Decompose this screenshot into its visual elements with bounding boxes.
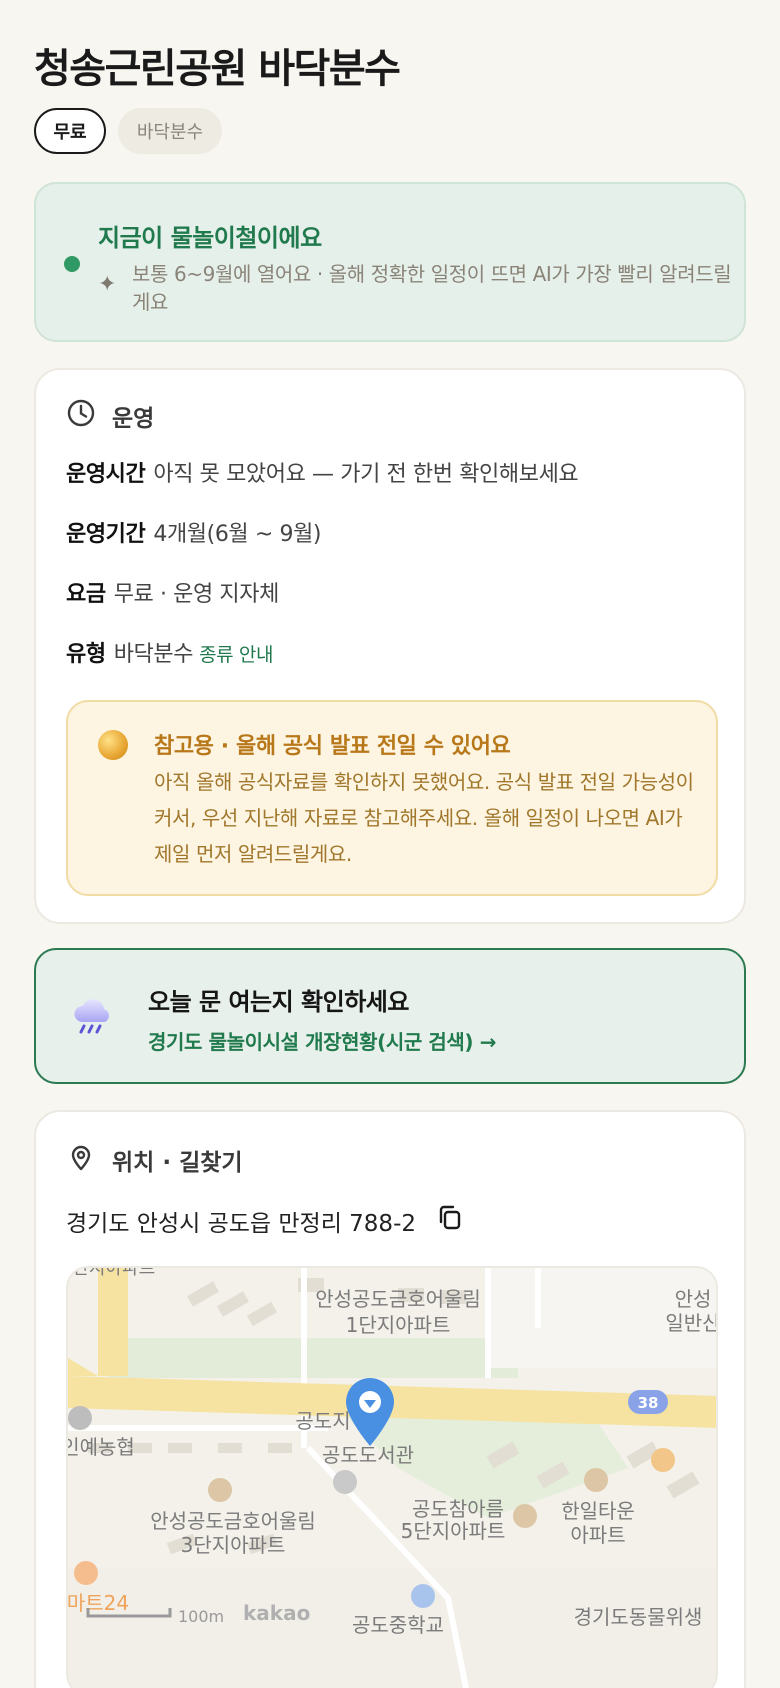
hours-row: 운영시간 아직 못 모았어요 — 가기 전 한번 확인해보세요 — [66, 456, 579, 488]
map-label-hanilb: 아파트 — [570, 1523, 625, 1547]
operation-card: 운영 운영시간 아직 못 모았어요 — 가기 전 한번 확인해보세요 운영기간 4개… — [34, 368, 746, 924]
season-banner: 지금이 물놀이철이에요 ✦ 보통 6~9월에 열어요 · 올해 정확한 일정이 … — [34, 182, 746, 342]
map-label-school: 공도중학교 — [352, 1613, 444, 1637]
address-text: 경기도 안성시 공도읍 만정리 788-2 — [66, 1211, 416, 1237]
map-road-number: 38 — [638, 1394, 659, 1412]
hours-label: 운영시간 — [66, 462, 146, 487]
fee-value: 무료 · 운영 지자체 — [113, 582, 280, 607]
page-title: 청송근린공원 바닥분수 — [34, 46, 401, 92]
location-card: 위치 · 길찾기 경기도 안성시 공도읍 만정리 788-2 38 2단지아파트… — [34, 1110, 746, 1688]
fee-row: 요금 무료 · 운영 지자체 — [66, 576, 279, 608]
location-header: 위치 · 길찾기 — [66, 1142, 243, 1178]
season-note: 보통 6~9월에 열어요 · 올해 정확한 일정이 뜨면 AI가 가장 빨리 알… — [132, 262, 732, 314]
operation-header: 운영 — [66, 398, 154, 434]
location-title: 위치 · 길찾기 — [112, 1150, 243, 1176]
period-row: 운영기간 4개월(6월 ~ 9월) — [66, 516, 322, 548]
copy-icon[interactable] — [436, 1204, 464, 1238]
operation-title: 운영 — [112, 406, 155, 432]
type-row: 유형 바닥분수 종류 안내 — [66, 636, 273, 668]
address-row: 경기도 안성시 공도읍 만정리 788-2 — [66, 1204, 464, 1238]
map-label-hospital: 경기도동물위생 — [574, 1605, 703, 1629]
map-label-ansung1: 안성 — [675, 1287, 712, 1311]
type-guide-link[interactable]: 종류 안내 — [199, 644, 273, 666]
warning-body: 아직 올해 공식자료를 확인하지 못했어요. 공식 발표 전일 가능성이 커서,… — [154, 770, 694, 866]
period-label: 운영기간 — [66, 522, 146, 547]
open-status-link[interactable]: 경기도 물놀이시설 개장현황(시군 검색) → — [148, 1026, 496, 1055]
fee-chip: 무료 — [34, 108, 106, 154]
map-label-ansung2: 일반산 — [665, 1311, 718, 1335]
map-label-nonghyup: 인예농협 — [68, 1435, 135, 1459]
map-label-apt1b: 1단지아파트 — [346, 1313, 451, 1337]
type-label: 유형 — [66, 642, 106, 667]
warning-box: 참고용 · 올해 공식 발표 전일 수 있어요 아직 올해 공식자료를 확인하지… — [66, 700, 718, 896]
season-headline: 지금이 물놀이철이에요 — [98, 224, 322, 252]
sparkle-icon: ✦ — [98, 272, 117, 297]
fee-label: 요금 — [66, 582, 106, 607]
map-brand-label: kakao — [243, 1601, 310, 1625]
map-label-library: 공도도서관 — [322, 1443, 414, 1467]
warning-title: 참고용 · 올해 공식 발표 전일 수 있어요 — [154, 734, 511, 759]
status-dot — [64, 256, 80, 272]
map-label-apt3: 안성공도금호어울림 — [150, 1509, 316, 1533]
rain-cloud-icon — [72, 996, 116, 1040]
map-label-mart: 마트24 — [68, 1591, 129, 1615]
type-chip: 바닥분수 — [118, 108, 222, 154]
today-check-card[interactable]: 오늘 문 여는지 확인하세요 경기도 물놀이시설 개장현황(시군 검색) → — [34, 948, 746, 1084]
map-label-apt5b: 5단지아파트 — [401, 1519, 506, 1543]
hours-value: 아직 못 모았어요 — 가기 전 한번 확인해보세요 — [153, 462, 579, 487]
map-scale-label: 100m — [178, 1607, 224, 1626]
clock-icon — [66, 398, 96, 434]
map-label-hanil: 한일타운 — [561, 1499, 635, 1523]
map-label-apt3b: 3단지아파트 — [181, 1533, 286, 1557]
type-value: 바닥분수 — [113, 642, 194, 667]
map-label-apt5: 공도참아름 — [412, 1497, 504, 1521]
map-label-apt1: 안성공도금호어울림 — [315, 1287, 481, 1311]
moon-icon — [98, 730, 128, 760]
period-value: 4개월(6월 ~ 9월) — [153, 522, 322, 547]
map-label-branch: 공도지 — [295, 1409, 350, 1433]
today-title: 오늘 문 여는지 확인하세요 — [148, 988, 409, 1016]
map-label-apt2: 2단지아파트 — [68, 1268, 155, 1279]
map-pin-icon — [66, 1142, 96, 1178]
map-view[interactable]: 38 2단지아파트 안성공도금호어울림 1단지아파트 안성 일반산 인예농협 공… — [66, 1266, 718, 1688]
